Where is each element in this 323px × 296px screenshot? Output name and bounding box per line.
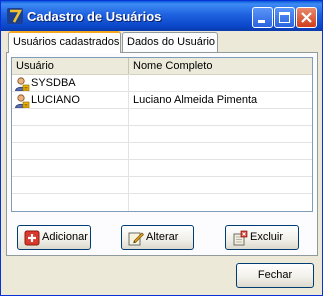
edit-button[interactable]: Alterar — [121, 225, 194, 250]
column-header-usuario[interactable]: Usuário — [12, 58, 129, 74]
edit-icon — [128, 232, 144, 246]
window-title: Cadastro de Usuários — [27, 9, 162, 24]
column-divider — [128, 74, 129, 211]
add-button[interactable]: Adicionar — [17, 225, 91, 250]
add-icon — [24, 230, 40, 246]
tab-usuarios-cadastrados[interactable]: Usuários cadastrados — [8, 31, 121, 53]
dialog-window: Cadastro de Usuários Usuários cadastrado… — [0, 0, 323, 296]
delete-icon — [233, 230, 248, 246]
edit-button-label: Alterar — [146, 231, 179, 243]
close-icon — [301, 12, 312, 23]
grid-line — [12, 193, 312, 194]
table-row[interactable]: LUCIANO Luciano Almeida Pimenta — [12, 92, 312, 109]
close-button-label: Fechar — [257, 269, 293, 281]
title-bar[interactable]: Cadastro de Usuários — [1, 1, 322, 31]
grid-line — [12, 142, 312, 143]
grid-header: Usuário Nome Completo — [12, 58, 312, 75]
grid-line — [12, 125, 312, 126]
cell-nome-completo: Luciano Almeida Pimenta — [133, 94, 258, 106]
grid-line — [12, 176, 312, 177]
minimize-icon — [258, 20, 265, 23]
close-button[interactable]: Fechar — [236, 263, 314, 288]
users-grid[interactable]: Usuário Nome Completo SYSDBA LUCIANO Luc… — [11, 57, 313, 212]
app-icon — [7, 8, 23, 24]
delete-button[interactable]: Excluir — [225, 225, 299, 250]
grid-line — [12, 108, 312, 109]
cell-usuario: LUCIANO — [12, 92, 129, 109]
add-button-label: Adicionar — [42, 231, 88, 243]
tab-dados-do-usuario[interactable]: Dados do Usuário — [122, 32, 218, 52]
column-header-nome-completo[interactable]: Nome Completo — [129, 58, 312, 74]
grid-line — [12, 159, 312, 160]
delete-button-label: Excluir — [250, 231, 284, 243]
maximize-icon — [279, 12, 290, 23]
cell-usuario: SYSDBA — [12, 75, 129, 92]
minimize-button[interactable] — [252, 7, 273, 28]
maximize-button[interactable] — [274, 7, 295, 28]
table-row[interactable]: SYSDBA — [12, 75, 312, 92]
cell-nome-completo — [129, 75, 312, 92]
grid-line — [12, 91, 312, 92]
close-window-button[interactable] — [296, 7, 317, 28]
